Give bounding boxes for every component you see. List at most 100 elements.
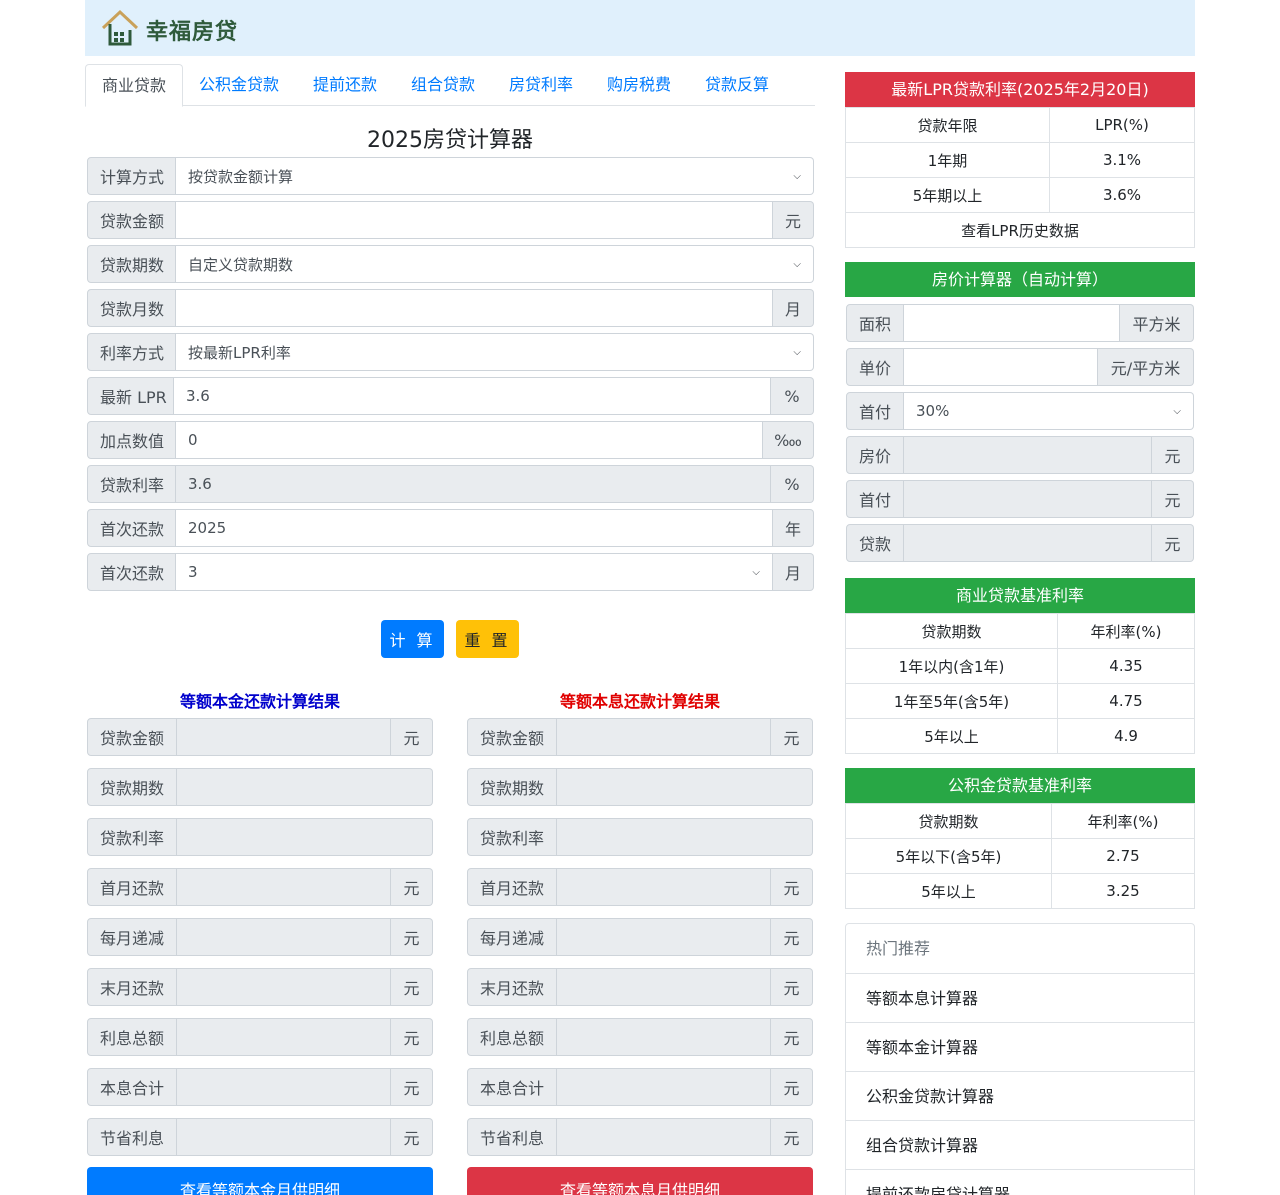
latest-lpr-row: 最新 LPR 3.6 % xyxy=(87,377,814,415)
fund-rates-table: 贷款期数 年利率(%) 5年以下(含5年) 2.75 5年以上 3.25 xyxy=(845,803,1195,909)
loan-amount-input[interactable] xyxy=(176,201,773,239)
house-down-payment-ratio-label: 首付 xyxy=(846,392,904,430)
calculator-title: 2025房贷计算器 xyxy=(367,128,533,153)
house-unit-price-input[interactable] xyxy=(904,348,1098,386)
equal-installment-result-title: 等额本息还款计算结果 xyxy=(559,692,720,711)
result-unit: 元 xyxy=(771,868,813,906)
result-unit: 元 xyxy=(771,718,813,756)
equal-installment-result-row: 首月还款 元 xyxy=(467,868,813,906)
tab-purchase-taxes[interactable]: 购房税费 xyxy=(591,64,687,106)
loan-term-select[interactable]: 自定义贷款期数 ⌵ xyxy=(176,245,814,283)
table-row: 查看LPR历史数据 xyxy=(845,212,1195,248)
tab-provident-fund-loan[interactable]: 公积金贷款 xyxy=(183,64,295,106)
chevron-down-icon: ⌵ xyxy=(793,170,801,182)
result-value xyxy=(557,868,771,906)
table-row: 1年至5年(含5年) 4.75 xyxy=(845,683,1195,719)
lpr-history-link[interactable]: 查看LPR历史数据 xyxy=(845,212,1195,248)
calc-method-select[interactable]: 按贷款金额计算 ⌵ xyxy=(176,157,814,195)
house-down-payment-ratio-select[interactable]: 30% ⌵ xyxy=(904,392,1194,430)
equal-installment-result-row: 节省利息 元 xyxy=(467,1118,813,1156)
lpr-card: 最新LPR贷款利率(2025年2月20日) 贷款年限 LPR(%) 1年期 3.1%… xyxy=(845,72,1195,248)
result-value xyxy=(177,1068,391,1106)
house-unit-price-label: 单价 xyxy=(846,348,904,386)
table-header-cell: LPR(%) xyxy=(1049,107,1195,143)
view-equal-installment-details-button[interactable]: 查看等额本息月供明细 xyxy=(467,1167,813,1195)
house-loan-amount-label: 贷款 xyxy=(846,524,904,562)
house-down-payment-amount-label: 首付 xyxy=(846,480,904,518)
table-cell: 5年以上 xyxy=(845,718,1058,754)
house-loan-amount-row: 贷款 元 xyxy=(846,524,1194,562)
equal-principal-result-row: 每月递减 元 xyxy=(87,918,433,956)
house-area-input[interactable] xyxy=(904,304,1120,342)
hot-link-equal-installment[interactable]: 等额本息计算器 xyxy=(846,973,1194,1022)
site-name[interactable]: 幸福房贷 xyxy=(146,14,238,46)
calculate-button[interactable]: 计 算 xyxy=(381,620,444,658)
result-unit: 元 xyxy=(771,918,813,956)
reset-button[interactable]: 重 置 xyxy=(456,620,519,658)
rate-method-label: 利率方式 xyxy=(87,333,176,371)
result-value xyxy=(177,718,391,756)
first-payment-month-label: 首次还款 xyxy=(87,553,176,591)
house-house-price-readonly xyxy=(904,436,1152,474)
equal-principal-result-row: 首月还款 元 xyxy=(87,868,433,906)
loan-months-unit: 月 xyxy=(773,289,814,327)
tab-reverse-calc[interactable]: 贷款反算 xyxy=(689,64,785,106)
latest-lpr-input[interactable]: 3.6 xyxy=(174,377,771,415)
tab-commercial-loan[interactable]: 商业贷款 xyxy=(85,64,184,107)
equal-principal-result-row: 贷款期数 xyxy=(87,768,433,806)
result-label: 贷款金额 xyxy=(467,718,557,756)
tab-mortgage-rates[interactable]: 房贷利率 xyxy=(493,64,589,106)
loan-rate-row: 贷款利率 3.6 % xyxy=(87,465,814,503)
site-header xyxy=(85,0,1195,56)
result-value xyxy=(177,1018,391,1056)
table-header-cell: 贷款年限 xyxy=(845,107,1050,143)
result-value xyxy=(557,1118,771,1156)
basis-points-input[interactable]: 0 xyxy=(176,421,763,459)
equal-principal-result-title: 等额本金还款计算结果 xyxy=(179,692,340,711)
first-payment-year-input[interactable]: 2025 xyxy=(176,509,773,547)
result-value xyxy=(177,768,433,806)
view-equal-principal-details-button[interactable]: 查看等额本金月供明细 xyxy=(87,1167,433,1195)
first-payment-month-select[interactable]: 3 ⌵ xyxy=(176,553,773,591)
tab-combined-loan[interactable]: 组合贷款 xyxy=(395,64,491,106)
equal-principal-result-row: 本息合计 元 xyxy=(87,1068,433,1106)
house-logo-icon[interactable] xyxy=(100,8,140,48)
equal-installment-result-row: 利息总额 元 xyxy=(467,1018,813,1056)
result-value xyxy=(177,818,433,856)
table-row: 5年以上 4.9 xyxy=(845,718,1195,754)
result-label: 节省利息 xyxy=(467,1118,557,1156)
hot-link-prepayment[interactable]: 提前还款房贷计算器 xyxy=(846,1169,1194,1195)
result-label: 节省利息 xyxy=(87,1118,177,1156)
table-cell: 3.6% xyxy=(1049,177,1195,213)
rate-method-select[interactable]: 按最新LPR利率 ⌵ xyxy=(176,333,814,371)
result-value xyxy=(557,968,771,1006)
result-label: 首月还款 xyxy=(87,868,177,906)
table-row: 5年以上 3.25 xyxy=(845,873,1195,909)
table-row: 5年以下(含5年) 2.75 xyxy=(845,838,1195,874)
table-cell: 3.25 xyxy=(1051,873,1195,909)
chevron-down-icon: ⌵ xyxy=(1173,405,1181,417)
basis-points-row: 加点数值 0 ‱ xyxy=(87,421,814,459)
house-price-card: 房价计算器（自动计算） xyxy=(845,262,1195,297)
loan-months-input[interactable] xyxy=(176,289,773,327)
result-unit: 元 xyxy=(391,718,433,756)
table-header-cell: 年利率(%) xyxy=(1057,613,1195,649)
result-unit: 元 xyxy=(391,1068,433,1106)
commercial-rates-title: 商业贷款基准利率 xyxy=(845,578,1195,613)
result-label: 末月还款 xyxy=(87,968,177,1006)
loan-months-label: 贷款月数 xyxy=(87,289,176,327)
house-area-row: 面积 平方米 xyxy=(846,304,1194,342)
tab-prepayment[interactable]: 提前还款 xyxy=(297,64,393,106)
hot-link-equal-principal[interactable]: 等额本金计算器 xyxy=(846,1022,1194,1071)
table-header-cell: 贷款期数 xyxy=(845,613,1058,649)
equal-principal-result-row: 节省利息 元 xyxy=(87,1118,433,1156)
hot-link-provident-fund[interactable]: 公积金贷款计算器 xyxy=(846,1071,1194,1120)
result-value xyxy=(557,1068,771,1106)
loan-amount-row: 贷款金额 元 xyxy=(87,201,814,239)
chevron-down-icon: ⌵ xyxy=(793,258,801,270)
loan-term-value: 自定义贷款期数 xyxy=(188,255,294,274)
result-value xyxy=(177,968,391,1006)
latest-lpr-label: 最新 LPR xyxy=(87,377,174,415)
hot-link-combined-loan[interactable]: 组合贷款计算器 xyxy=(846,1120,1194,1169)
result-label: 末月还款 xyxy=(467,968,557,1006)
